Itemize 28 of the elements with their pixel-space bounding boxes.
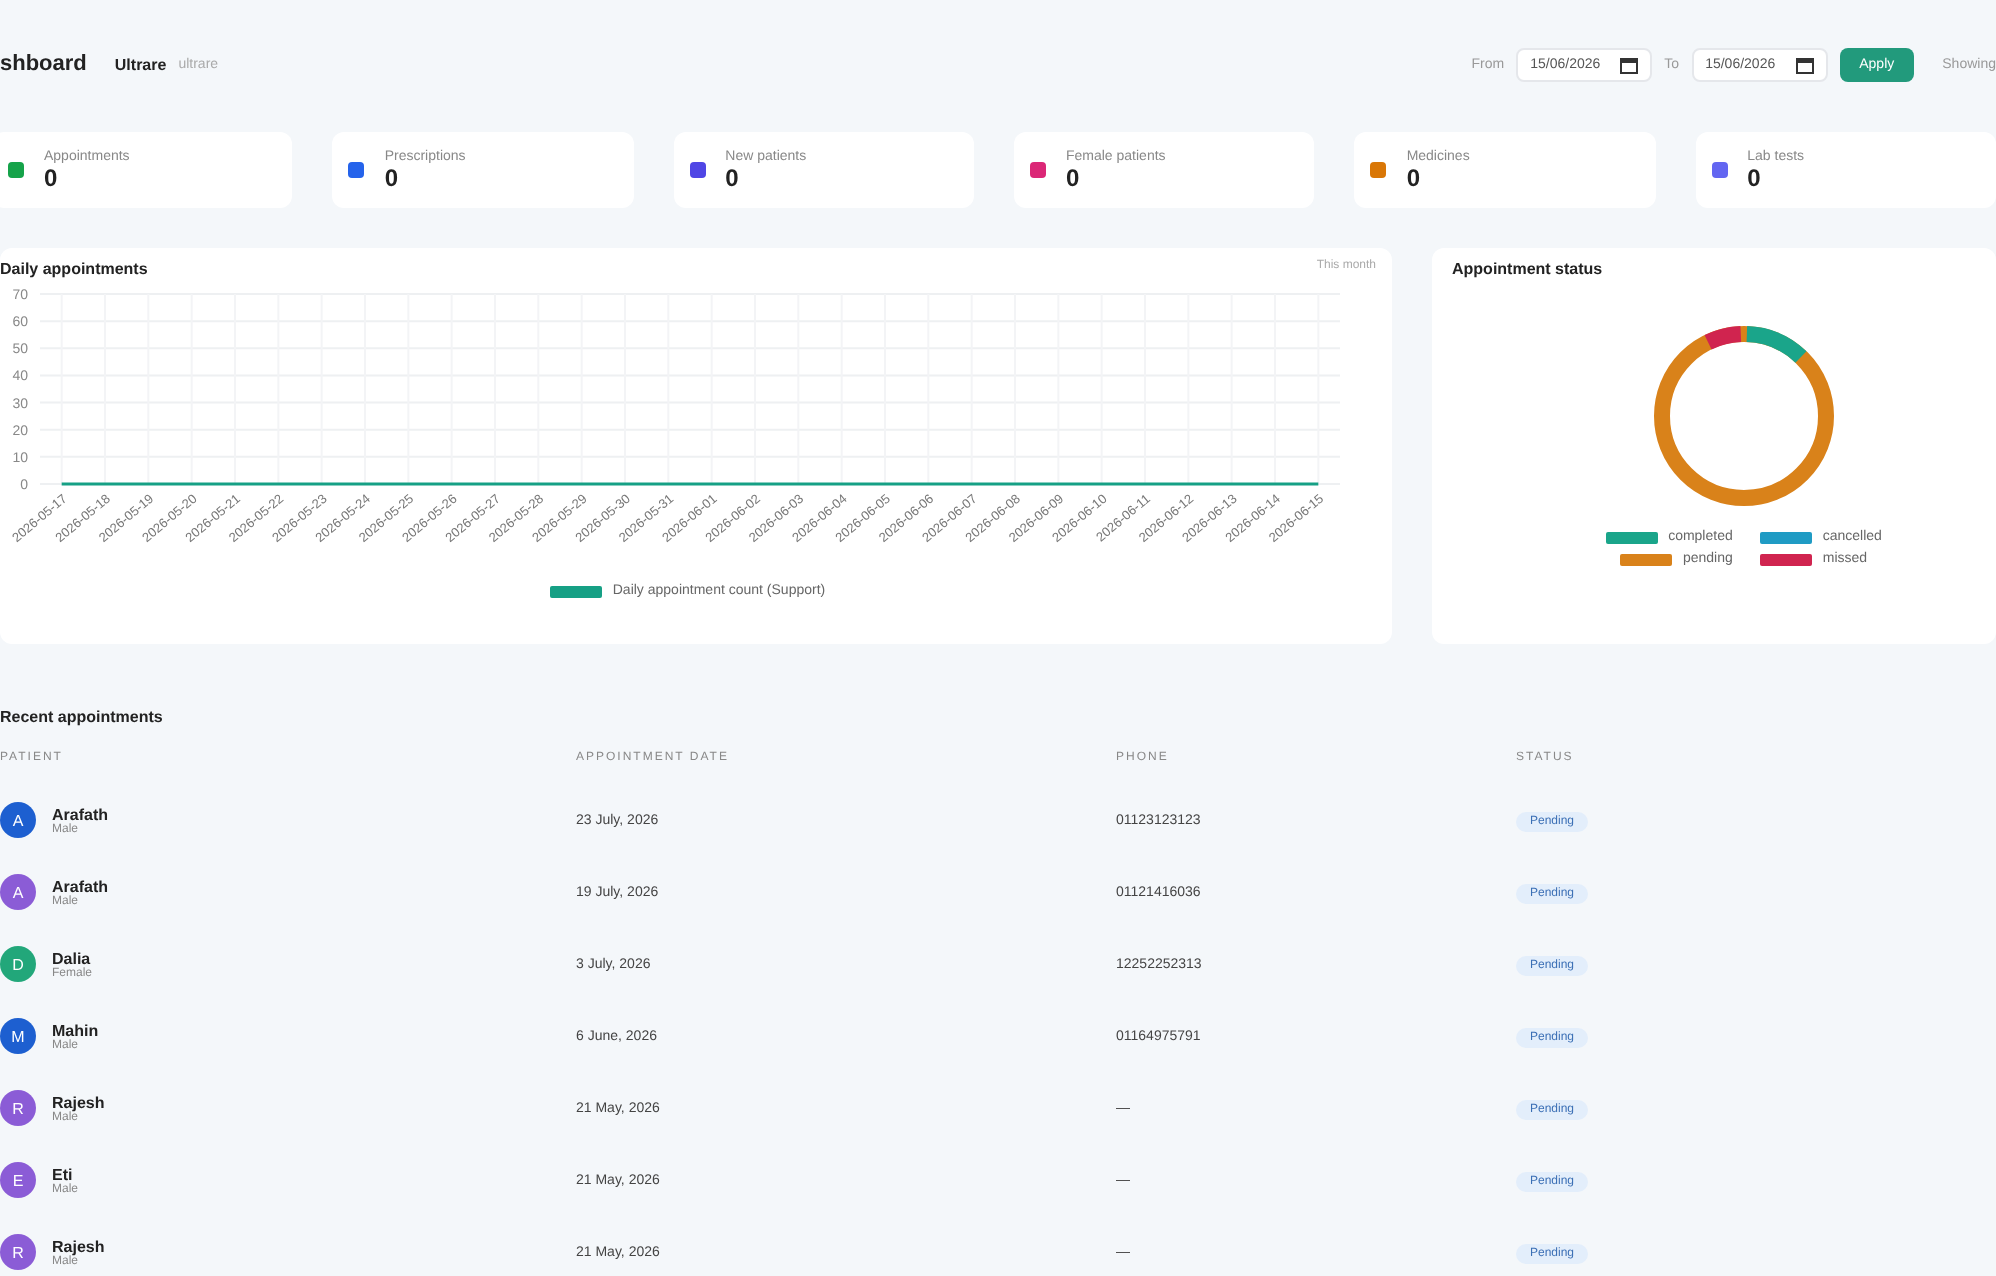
avatar: A [0,874,36,910]
chart-title: Daily appointments [0,260,148,278]
patient-name: Arafath [52,877,109,895]
patient-name: Eti [52,1165,73,1183]
page-title: shboard [0,52,87,76]
patient-name: Rajesh [52,1237,105,1255]
patient-name: Arafath [52,805,109,823]
stat-value: 0 [44,163,60,191]
stat-value: 0 [384,163,401,191]
avatar: R [0,1234,36,1270]
chart-title: Appointment status [1452,260,1605,278]
avatar: R [0,1090,36,1126]
stat-value: 0 [1747,163,1763,191]
avatar: M [0,1018,36,1054]
patient-name: Dalia [52,949,91,967]
section-title: Recent appointments [0,708,163,726]
legend-swatch [550,585,603,597]
calendar-icon [1795,55,1814,73]
patient-name: Rajesh [52,1093,105,1111]
stat-value: 0 [725,163,741,191]
stat-value: 0 [1406,163,1422,191]
calendar-icon [1620,55,1639,73]
avatar: D [0,946,36,982]
avatar: A [0,802,36,838]
user-name: Ultrare [114,55,167,73]
avatar: E [0,1162,36,1198]
patient-name: Mahin [52,1021,99,1039]
stat-value: 0 [1065,163,1082,191]
